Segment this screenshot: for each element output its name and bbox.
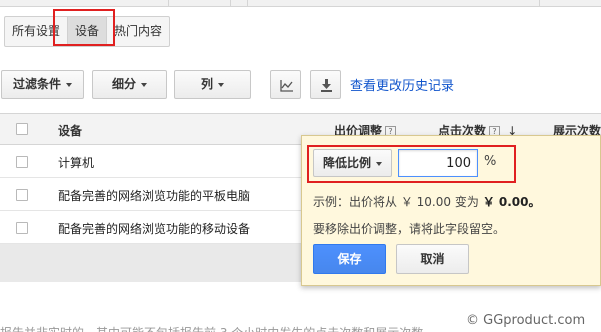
chevron-down-icon <box>141 82 147 87</box>
cancel-button[interactable]: 取消 <box>396 244 469 274</box>
bid-adjustment-popup: 降低比例 % 示例：出价将从 ￥ 10.00 变为 ￥ 0.00。 要移除出价调… <box>301 135 601 286</box>
row-checkbox[interactable] <box>16 189 28 201</box>
highlight-box-tab <box>53 9 115 46</box>
row-checkbox[interactable] <box>16 222 28 234</box>
change-history-link[interactable]: 查看更改历史记录 <box>350 75 454 94</box>
device-name: 配备完善的网络浏览功能的移动设备 <box>58 222 251 236</box>
device-name: 计算机 <box>58 156 95 170</box>
example-from: ￥ 10.00 <box>400 195 452 209</box>
header-device[interactable]: 设备 <box>58 122 82 139</box>
segment-button[interactable]: 细分 <box>92 70 167 99</box>
report-delay-note: 报告并非实时的，其中可能不包括报告前 3 个小时内发生的点击次数和展示次数。 <box>0 324 435 332</box>
tab-divider <box>168 0 169 7</box>
chart-toggle-button[interactable] <box>270 70 301 99</box>
tab-divider <box>247 0 248 7</box>
segment-button-label: 细分 <box>111 77 136 91</box>
row-checkbox[interactable] <box>16 156 28 168</box>
example-prefix: 示例：出价将从 <box>313 195 398 209</box>
chevron-down-icon <box>218 82 224 87</box>
select-all-checkbox[interactable] <box>16 123 28 135</box>
device-name: 配备完善的网络浏览功能的平板电脑 <box>58 189 251 203</box>
tab-top-content[interactable]: 热门内容 <box>107 17 169 46</box>
line-chart-icon <box>280 80 293 92</box>
example-to: ￥ 0.00。 <box>482 195 541 209</box>
download-button[interactable] <box>310 70 341 99</box>
save-button[interactable]: 保存 <box>313 244 386 274</box>
filter-button-label: 过滤条件 <box>12 77 61 91</box>
columns-button[interactable]: 列 <box>174 70 251 99</box>
tab-divider <box>230 0 231 7</box>
download-icon <box>321 79 332 92</box>
chevron-down-icon <box>66 82 72 87</box>
watermark: © GGproduct.com <box>466 313 586 328</box>
tab-divider <box>539 0 540 7</box>
example-text: 示例：出价将从 ￥ 10.00 变为 ￥ 0.00。 <box>313 193 540 210</box>
top-tab-strip <box>0 0 601 7</box>
removal-hint: 要移除出价调整，请将此字段留空。 <box>313 222 506 236</box>
columns-button-label: 列 <box>200 77 213 91</box>
filter-button[interactable]: 过滤条件 <box>1 70 84 99</box>
example-mid: 变为 <box>454 195 479 209</box>
highlight-box-adjustment <box>307 145 516 183</box>
